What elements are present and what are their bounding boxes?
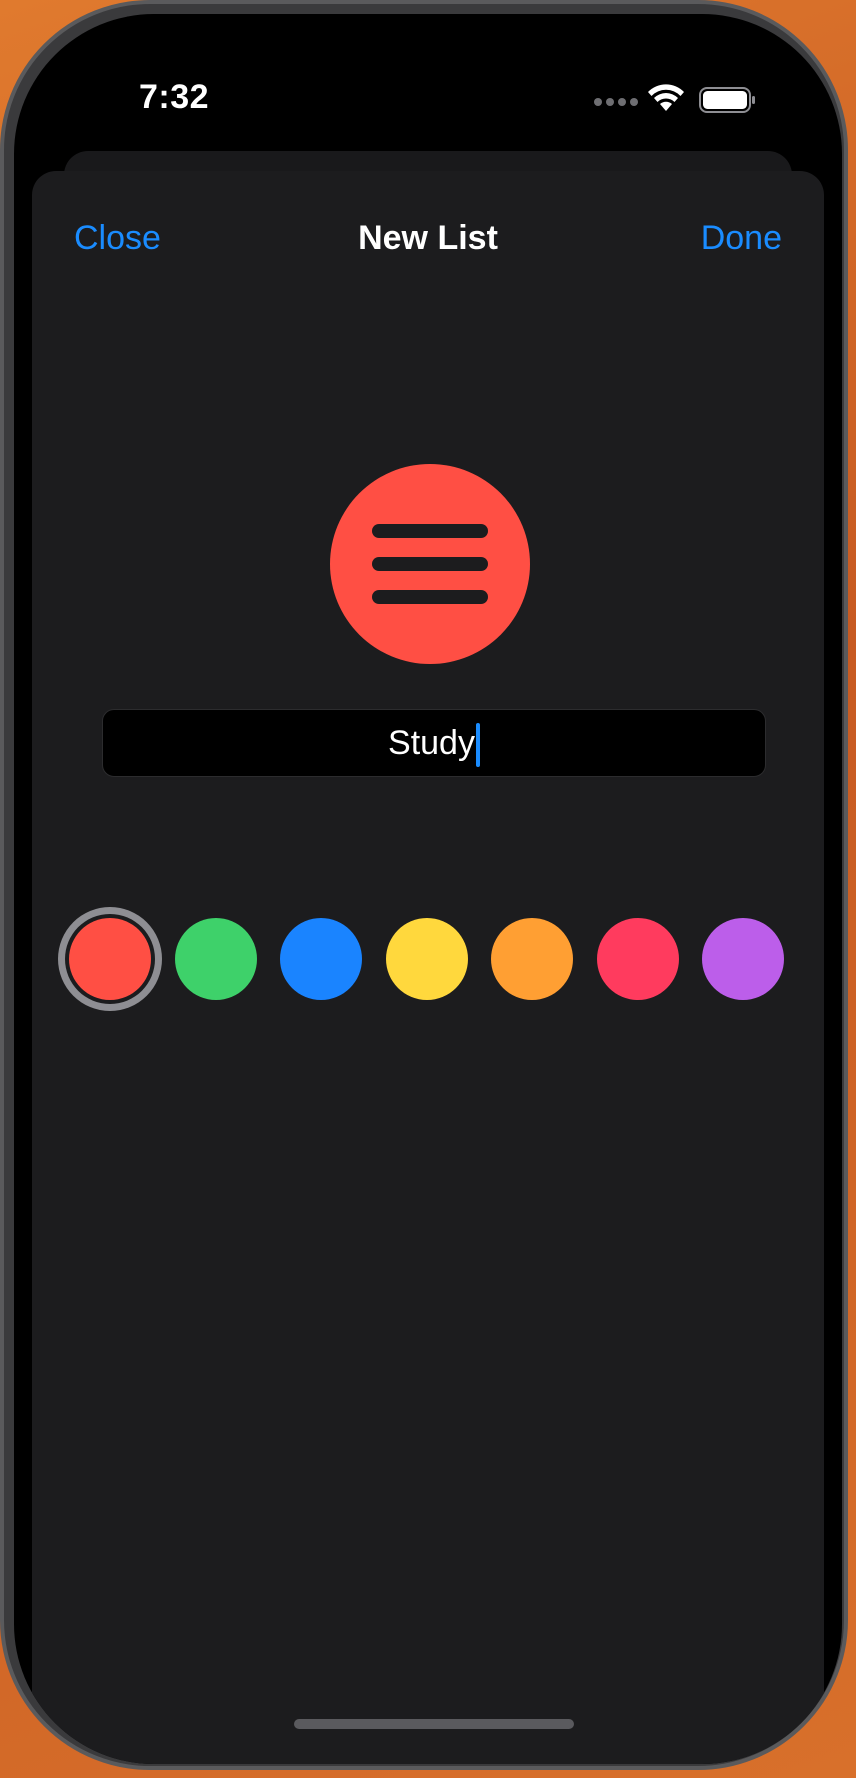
new-list-sheet: Close New List Done Study — [32, 171, 824, 1764]
phone-frame: 7:32 Close New List Done Study — [0, 0, 848, 1770]
list-icon-line — [372, 590, 488, 604]
nav-bar: Close New List Done — [32, 171, 824, 271]
home-indicator[interactable] — [294, 1719, 574, 1729]
list-name-value: Study — [388, 724, 475, 762]
color-swatch[interactable] — [702, 918, 784, 1000]
list-name-field[interactable]: Study — [102, 709, 766, 777]
status-bar: 7:32 — [14, 14, 842, 164]
color-picker — [32, 899, 824, 1009]
wifi-icon — [648, 84, 684, 111]
list-icon-line — [372, 524, 488, 538]
color-swatch[interactable] — [385, 918, 468, 1000]
color-swatch[interactable] — [69, 918, 151, 1000]
list-icon-line — [372, 557, 488, 571]
status-time: 7:32 — [139, 78, 210, 116]
text-cursor — [475, 723, 480, 768]
list-bullet-icon — [330, 464, 530, 664]
color-swatch[interactable] — [491, 918, 573, 1000]
done-button[interactable]: Done — [701, 219, 782, 258]
battery-icon — [699, 87, 755, 113]
cellular-signal-icon — [594, 98, 638, 106]
color-swatch[interactable] — [596, 918, 679, 1000]
screen: 7:32 Close New List Done Study — [14, 14, 842, 1764]
color-swatch[interactable] — [280, 918, 362, 1000]
color-swatch[interactable] — [174, 918, 257, 1000]
